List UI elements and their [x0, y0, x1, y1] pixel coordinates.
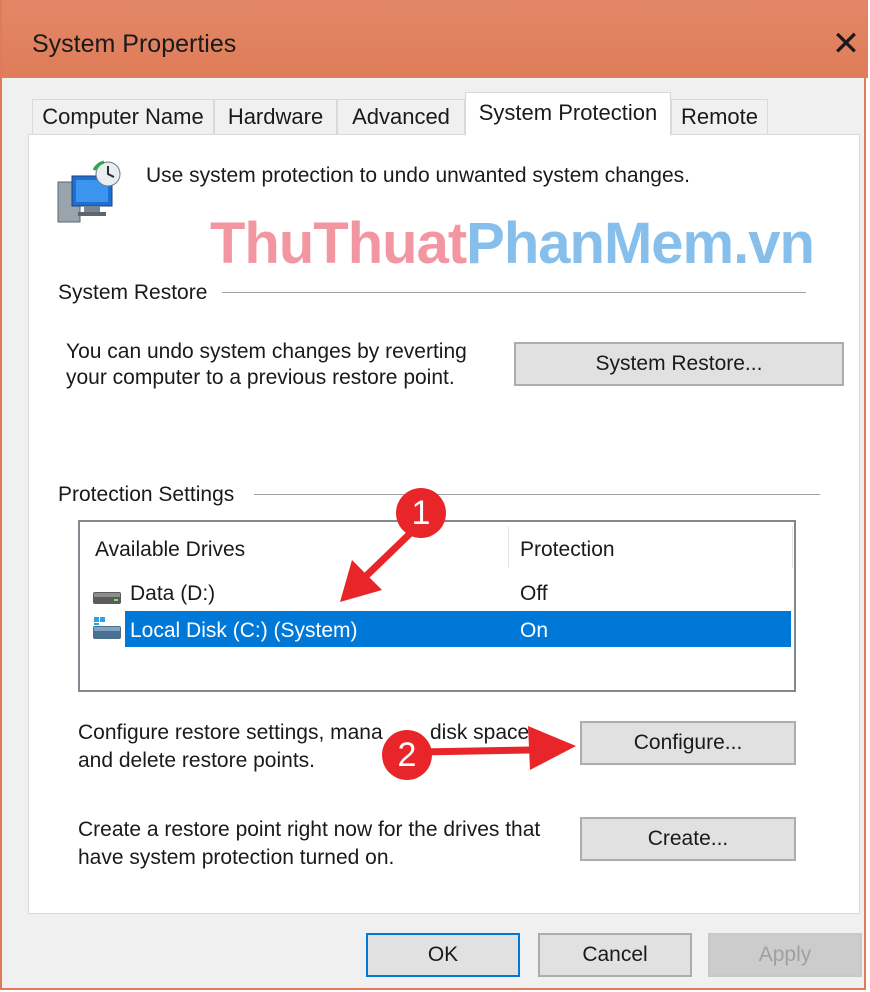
tab-remote[interactable]: Remote: [671, 99, 768, 135]
configure-button[interactable]: Configure...: [580, 721, 796, 765]
system-restore-description-1: You can undo system changes by reverting: [66, 340, 467, 363]
create-button[interactable]: Create...: [580, 817, 796, 861]
system-restore-button[interactable]: System Restore...: [514, 342, 844, 386]
column-separator: [792, 526, 793, 568]
close-icon[interactable]: ✕: [826, 24, 866, 64]
group-divider: [254, 494, 820, 495]
intro-text: Use system protection to undo unwanted s…: [146, 164, 690, 187]
annotation-arrow-2: [416, 726, 576, 770]
drive-protection: Off: [520, 582, 548, 605]
column-header-drives[interactable]: Available Drives: [95, 537, 245, 563]
tab-advanced[interactable]: Advanced: [337, 99, 465, 135]
drive-name[interactable]: Data (D:): [130, 581, 215, 607]
watermark-part1: ThuThuat: [210, 211, 467, 276]
tab-system-protection[interactable]: System Protection: [465, 92, 671, 136]
system-protection-icon: [57, 160, 121, 223]
annotation-badge-2: 2: [382, 730, 432, 780]
create-description-2: have system protection turned on.: [78, 846, 395, 869]
cancel-button[interactable]: Cancel: [538, 933, 692, 977]
drive-name[interactable]: Local Disk (C:) (System): [130, 618, 358, 644]
column-header-protection[interactable]: Protection: [520, 537, 615, 563]
column-separator: [508, 526, 509, 568]
annotation-badge-1: 1: [396, 488, 446, 538]
configure-description-2: and delete restore points.: [78, 749, 315, 772]
protection-settings-group-label: Protection Settings: [58, 483, 235, 506]
system-restore-description-2: your computer to a previous restore poin…: [66, 366, 455, 389]
ok-button[interactable]: OK: [366, 933, 520, 977]
watermark-part2: PhanMem.vn: [466, 211, 815, 276]
drive-icon: [93, 592, 121, 604]
configure-description-1: Configure restore settings, mana: [78, 721, 383, 744]
window-title: System Properties: [32, 30, 237, 58]
watermark-logo: ThuThuatPhanMem.vn: [210, 210, 815, 277]
tab-computer-name[interactable]: Computer Name: [32, 99, 214, 135]
system-drive-icon: [93, 617, 121, 639]
drive-protection: On: [520, 619, 549, 642]
apply-button[interactable]: Apply: [708, 933, 862, 977]
tab-hardware[interactable]: Hardware: [214, 99, 337, 135]
system-restore-group-label: System Restore: [58, 281, 208, 304]
title-bar: System Properties ✕: [2, 0, 868, 78]
group-divider: [222, 292, 806, 293]
create-description-1: Create a restore point right now for the…: [78, 818, 541, 841]
